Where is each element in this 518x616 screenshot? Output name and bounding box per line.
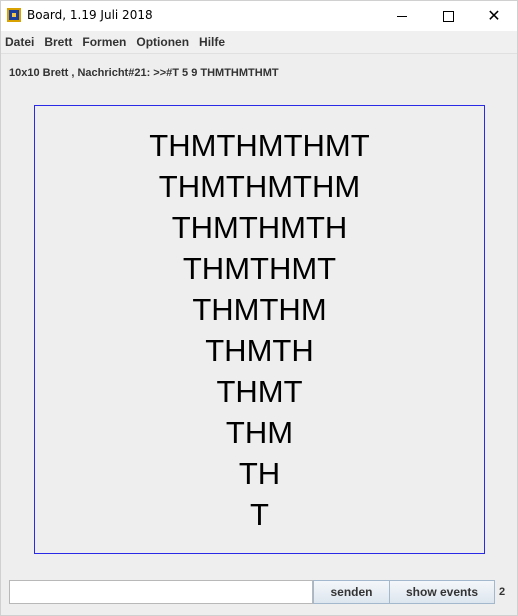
close-icon: ✕ [487,6,501,25]
menu-brett[interactable]: Brett [40,35,76,49]
board-line: THMTHMTHMT [149,128,370,163]
event-counter: 2 [499,586,506,598]
title-bar[interactable]: Board, 1.19 Juli 2018 ✕ [1,1,517,31]
board-app-icon [7,8,21,22]
send-button[interactable]: senden [313,580,390,604]
menu-hilfe[interactable]: Hilfe [195,35,229,49]
menu-optionen[interactable]: Optionen [132,35,193,49]
board-canvas[interactable]: THMTHMTHMT THMTHMTHM THMTHMTH THMTHMT TH… [34,105,485,554]
menu-bar: Datei Brett Formen Optionen Hilfe [1,31,517,54]
board-line: THMTHMT [182,251,337,286]
menu-datei[interactable]: Datei [1,35,38,49]
minimize-button[interactable] [379,1,425,31]
maximize-button[interactable] [425,1,471,31]
minimize-icon [397,15,407,17]
status-message: 10x10 Brett , Nachricht#21: >>#T 5 9 THM… [9,67,279,79]
board-line: T [250,497,269,532]
board-line: THM [225,415,294,450]
command-bar: senden show events 2 [1,577,517,609]
board-line: THMT [216,374,303,409]
board-line: THMTHM [192,292,327,327]
window-title: Board, 1.19 Juli 2018 [27,8,153,22]
board-line: THMTH [205,333,314,368]
message-input[interactable] [9,580,313,604]
board-line: THMTHMTH [171,210,348,245]
show-events-button[interactable]: show events [389,580,495,604]
board-line: THMTHMTHM [158,169,361,204]
board-window: Board, 1.19 Juli 2018 ✕ Datei Brett Form… [0,0,518,616]
close-button[interactable]: ✕ [471,1,517,31]
board-line: TH [238,456,281,491]
menu-formen[interactable]: Formen [78,35,130,49]
maximize-icon [442,10,454,22]
